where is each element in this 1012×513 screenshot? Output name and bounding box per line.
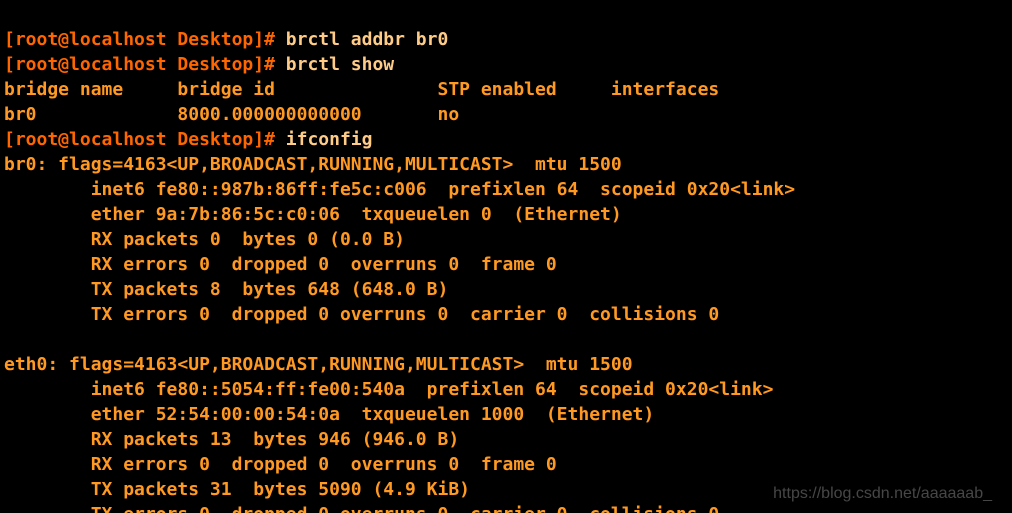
ifconfig-br0-l3: ether 9a:7b:86:5c:c0:06 txqueuelen 0 (Et… <box>4 204 622 225</box>
brctl-show-header: bridge name bridge id STP enabled interf… <box>4 79 719 100</box>
watermark-text: https://blog.csdn.net/aaaaaab_ <box>773 485 992 503</box>
ifconfig-eth0-l1: eth0: flags=4163<UP,BROADCAST,RUNNING,MU… <box>4 354 633 375</box>
ifconfig-eth0-l6: TX packets 31 bytes 5090 (4.9 KiB) <box>4 479 470 500</box>
cmd-show: brctl show <box>286 54 394 75</box>
ifconfig-eth0-l3: ether 52:54:00:00:54:0a txqueuelen 1000 … <box>4 404 654 425</box>
ifconfig-br0-l4: RX packets 0 bytes 0 (0.0 B) <box>4 229 405 250</box>
ifconfig-eth0-l7: TX errors 0 dropped 0 overruns 0 carrier… <box>4 504 719 513</box>
cmd-ifconfig: ifconfig <box>286 129 373 150</box>
cmd-addbr: brctl addbr br0 <box>286 29 449 50</box>
ifconfig-br0-l6: TX packets 8 bytes 648 (648.0 B) <box>4 279 448 300</box>
brctl-show-row: br0 8000.000000000000 no <box>4 104 459 125</box>
prompt-line-1: [root@localhost Desktop]# <box>4 29 286 50</box>
prompt-line-2: [root@localhost Desktop]# <box>4 54 286 75</box>
blank-line <box>4 329 15 350</box>
ifconfig-eth0-l4: RX packets 13 bytes 946 (946.0 B) <box>4 429 459 450</box>
ifconfig-br0-l5: RX errors 0 dropped 0 overruns 0 frame 0 <box>4 254 557 275</box>
ifconfig-eth0-l5: RX errors 0 dropped 0 overruns 0 frame 0 <box>4 454 557 475</box>
ifconfig-br0-l7: TX errors 0 dropped 0 overruns 0 carrier… <box>4 304 719 325</box>
ifconfig-br0-l2: inet6 fe80::987b:86ff:fe5c:c006 prefixle… <box>4 179 795 200</box>
prompt-line-3: [root@localhost Desktop]# <box>4 129 286 150</box>
ifconfig-br0-l1: br0: flags=4163<UP,BROADCAST,RUNNING,MUL… <box>4 154 622 175</box>
terminal-output[interactable]: [root@localhost Desktop]# brctl addbr br… <box>0 0 1012 513</box>
ifconfig-eth0-l2: inet6 fe80::5054:ff:fe00:540a prefixlen … <box>4 379 773 400</box>
